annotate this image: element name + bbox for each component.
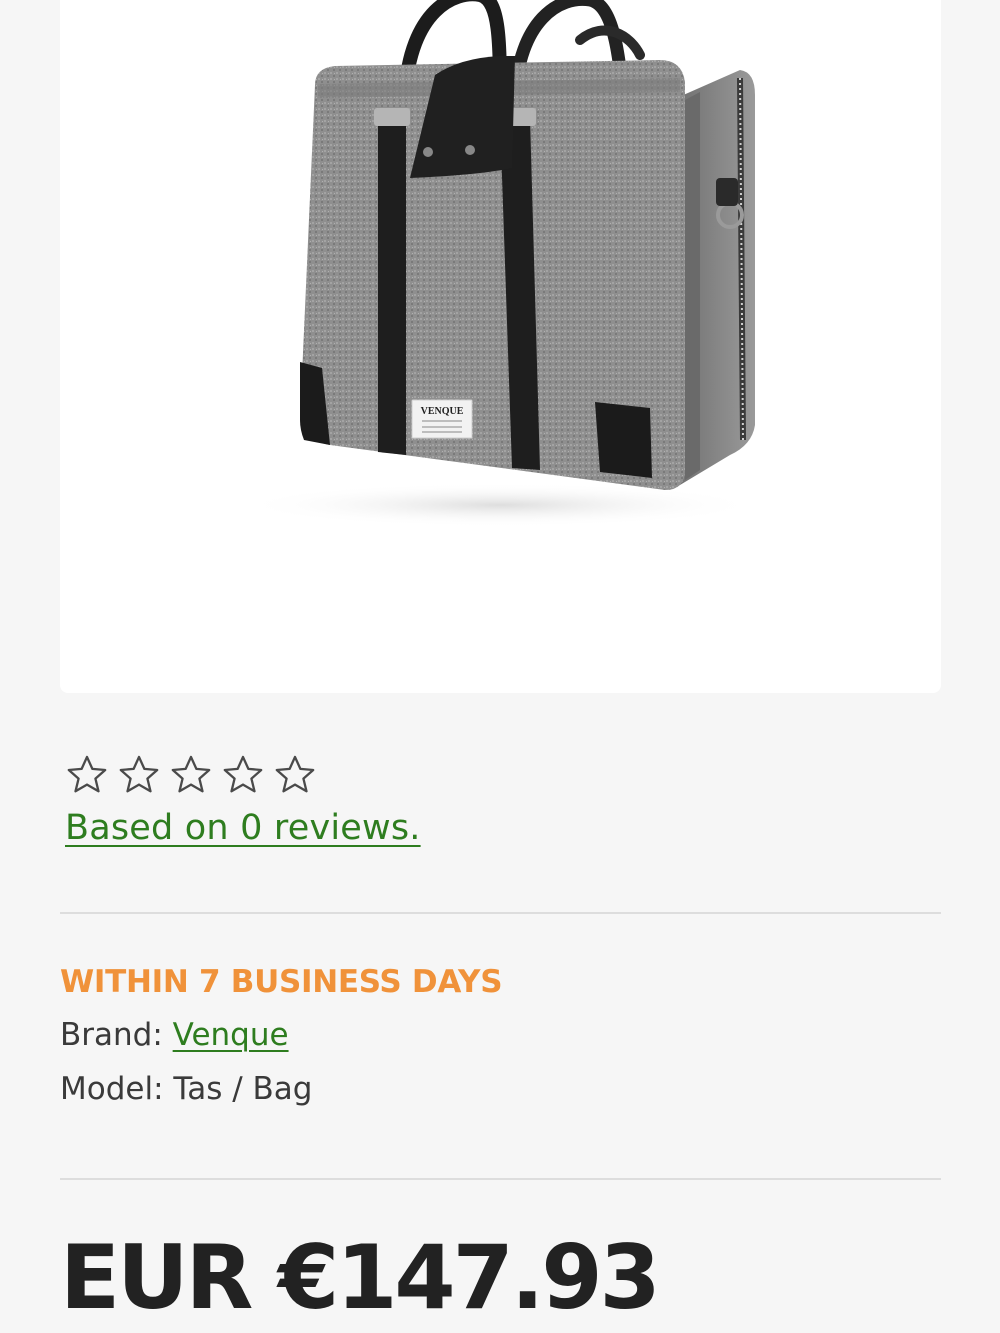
product-image-card[interactable]: VENQUE [60, 0, 941, 693]
brand-link[interactable]: Venque [173, 1017, 289, 1053]
star-outline-icon [67, 755, 107, 793]
divider [60, 912, 941, 914]
star-outline-icon [171, 755, 211, 793]
reviews-link[interactable]: Based on 0 reviews. [65, 808, 421, 848]
model-line: Model: Tas / Bag [60, 1071, 312, 1107]
model-value: Tas / Bag [173, 1071, 313, 1107]
brand-line: Brand: Venque [60, 1017, 289, 1053]
delivery-time: WITHIN 7 BUSINESS DAYS [60, 964, 503, 1000]
model-label: Model: [60, 1071, 164, 1107]
star-outline-icon [223, 755, 263, 793]
bag-label-text: VENQUE [421, 406, 464, 417]
brand-label: Brand: [60, 1017, 163, 1053]
rating-stars [64, 752, 318, 798]
star-outline-icon [275, 755, 315, 793]
divider [60, 1178, 941, 1180]
star-outline-icon [119, 755, 159, 793]
price: EUR €147.93 [60, 1226, 661, 1329]
product-image-bag: VENQUE [240, 0, 760, 527]
